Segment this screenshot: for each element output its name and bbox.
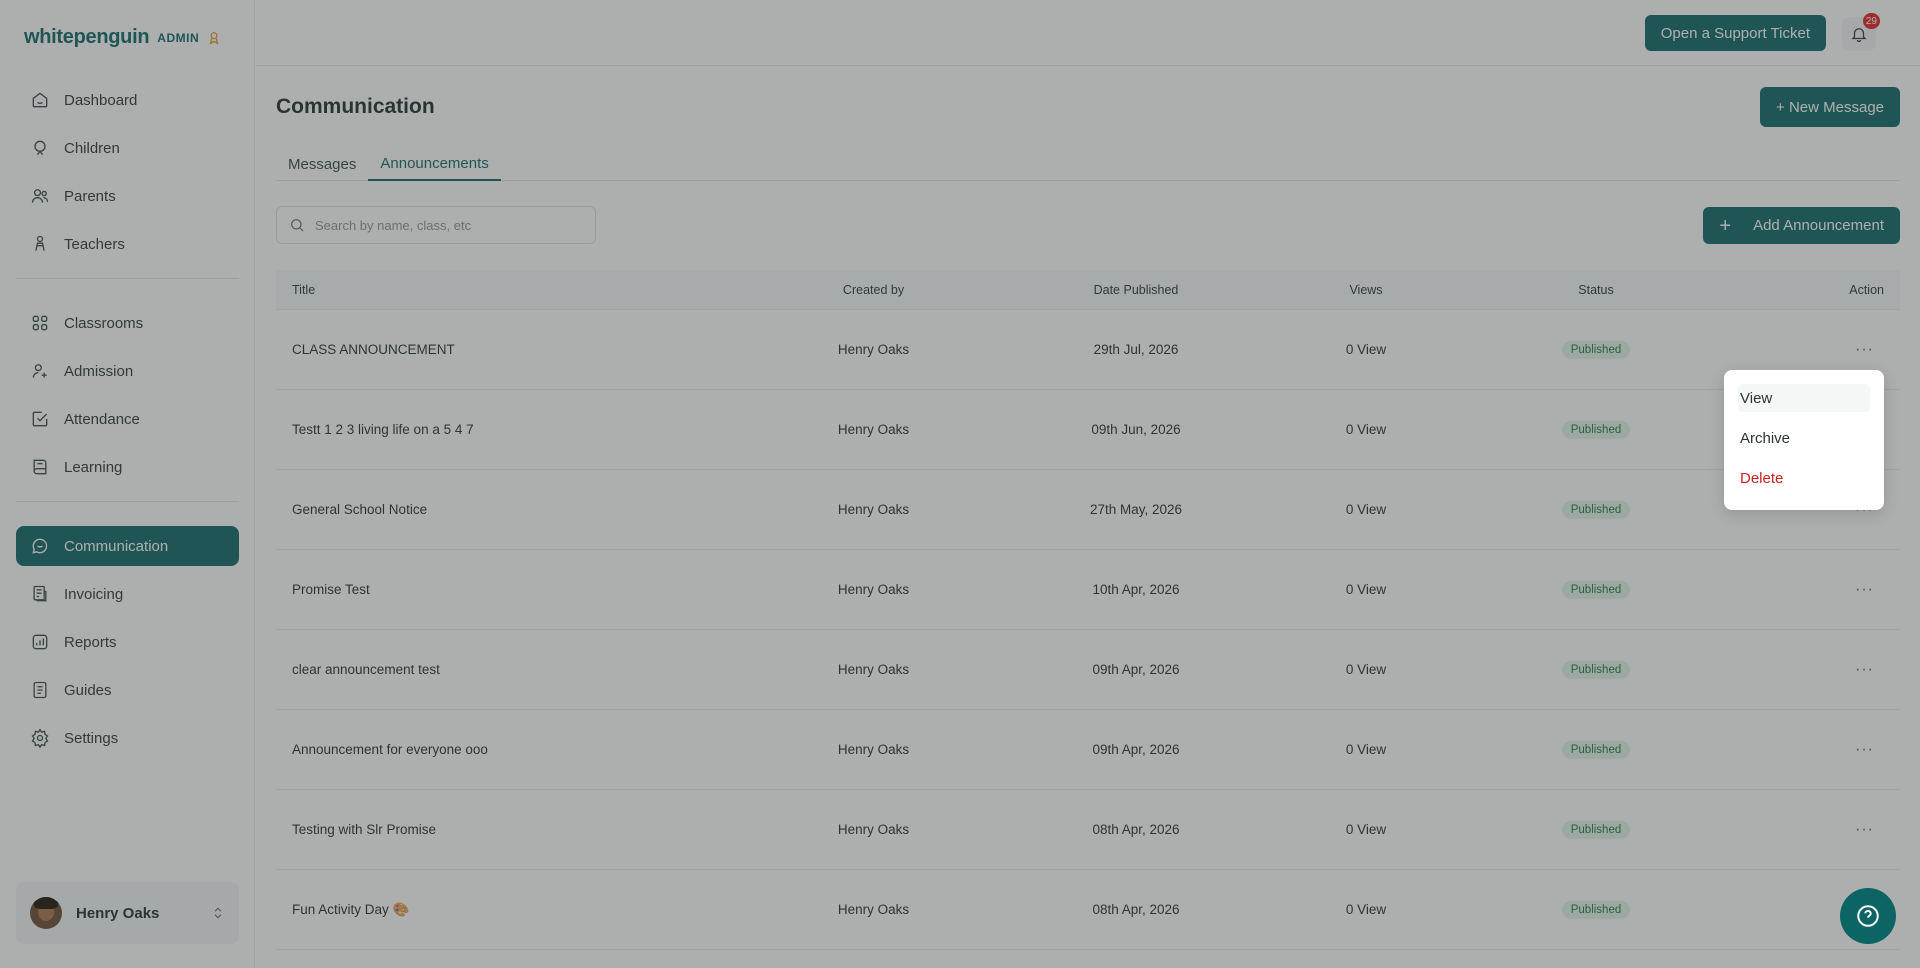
row-action-menu: View Archive Delete: [1724, 370, 1884, 510]
modal-backdrop[interactable]: [0, 0, 1920, 968]
menu-item-view[interactable]: View: [1738, 384, 1870, 412]
menu-item-archive[interactable]: Archive: [1738, 424, 1870, 452]
menu-item-delete[interactable]: Delete: [1738, 464, 1870, 492]
help-icon: [1857, 905, 1879, 927]
help-button[interactable]: [1840, 888, 1896, 944]
